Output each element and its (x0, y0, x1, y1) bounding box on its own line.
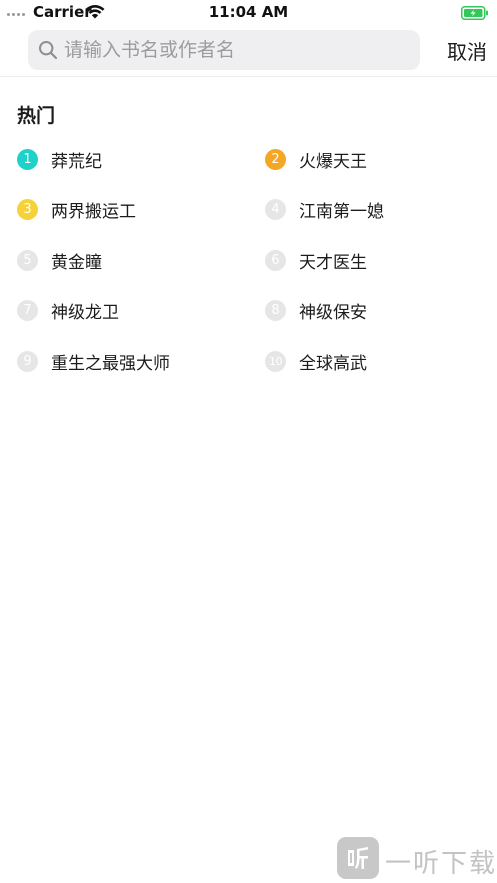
divider (0, 76, 497, 77)
rank-badge: 2 (265, 148, 286, 170)
hot-item[interactable]: 1 莽荒纪 (0, 142, 248, 176)
cancel-button[interactable]: 取消 (447, 36, 487, 65)
rank-badge: 5 (17, 249, 38, 271)
hot-item-label: 天才医生 (299, 252, 367, 273)
watermark: 一听下载 (337, 833, 497, 883)
rank-badge: 6 (265, 249, 286, 271)
rank-badge: 3 (17, 199, 38, 220)
hot-item[interactable]: 4 江南第一媳 (248, 193, 497, 227)
search-icon (37, 39, 59, 61)
rank-badge: 7 (17, 300, 38, 321)
battery-icon (461, 5, 489, 24)
rank-badge: 8 (265, 300, 286, 321)
hot-item[interactable]: 6 天才医生 (248, 243, 497, 277)
rank-badge: 4 (265, 199, 286, 220)
search-box[interactable] (28, 30, 420, 70)
section-title-hot: 热门 (17, 105, 56, 127)
hot-item[interactable]: 5 黄金瞳 (0, 243, 248, 277)
rank-badge: 1 (17, 148, 38, 170)
watermark-logo-icon (337, 837, 379, 879)
rank-badge: 9 (17, 350, 38, 372)
hot-item-label: 江南第一媳 (299, 202, 384, 222)
search-bar: 取消 (0, 28, 497, 74)
hot-item[interactable]: 2 火爆天王 (248, 142, 497, 176)
hot-item[interactable]: 10 全球高武 (248, 344, 497, 378)
hot-item[interactable]: 8 神级保安 (248, 294, 497, 328)
hot-item-label: 神级保安 (299, 303, 367, 323)
search-input[interactable] (64, 39, 404, 61)
watermark-text: 一听下载 (385, 849, 497, 879)
rank-badge: 10 (265, 350, 286, 372)
hot-list: 1 莽荒纪 2 火爆天王 3 两界搬运工 4 江南第一媳 5 黄金瞳 6 天才医… (0, 142, 497, 395)
hot-item-label: 重生之最强大师 (51, 353, 170, 374)
hot-item[interactable]: 3 两界搬运工 (0, 193, 248, 227)
hot-item-label: 神级龙卫 (51, 303, 119, 323)
hot-item-label: 黄金瞳 (51, 252, 102, 273)
status-time: 11:04 AM (208, 3, 289, 21)
hot-item-label: 全球高武 (299, 353, 367, 374)
hot-item-label: 莽荒纪 (51, 151, 102, 172)
hot-item[interactable]: 7 神级龙卫 (0, 294, 248, 328)
hot-item-label: 两界搬运工 (51, 202, 136, 222)
hot-item[interactable]: 9 重生之最强大师 (0, 344, 248, 378)
status-bar: Carrier 11:04 AM (0, 0, 497, 24)
hot-item-label: 火爆天王 (299, 151, 367, 172)
